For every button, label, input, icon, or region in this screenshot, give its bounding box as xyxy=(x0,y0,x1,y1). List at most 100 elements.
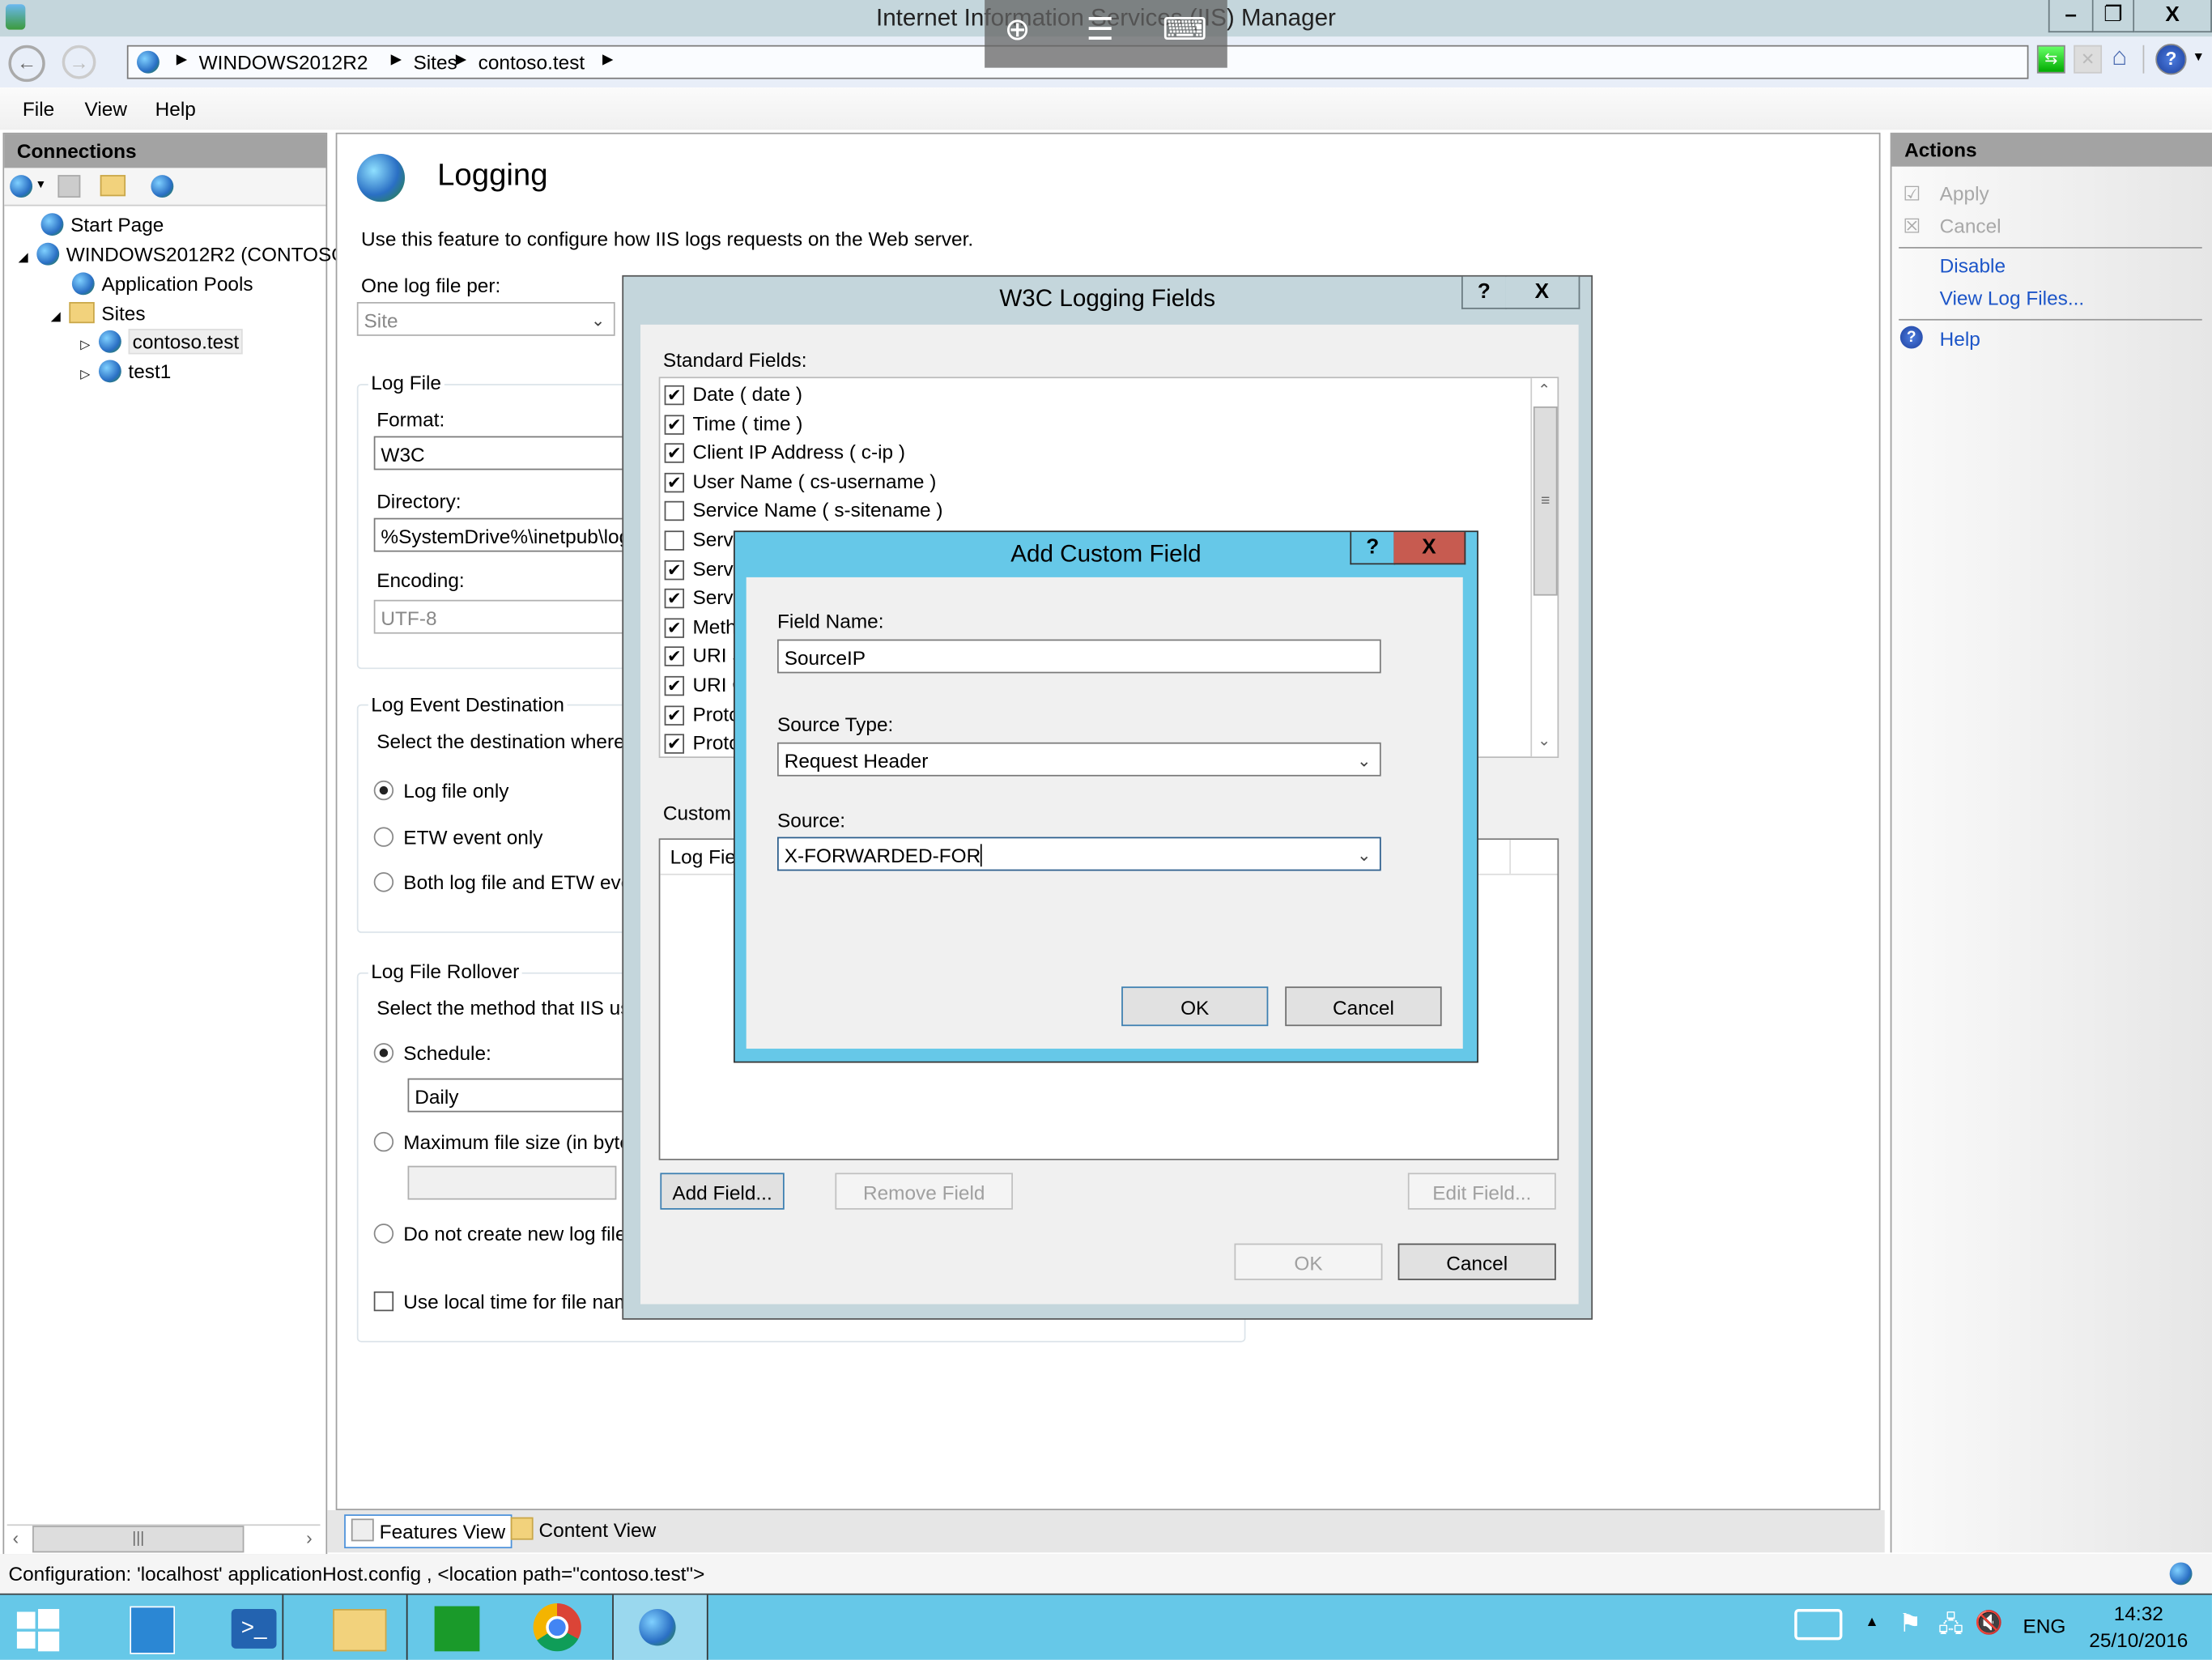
expanded-icon[interactable]: ◢ xyxy=(51,309,61,323)
minimize-button[interactable]: – xyxy=(2048,0,2094,33)
add-field-button[interactable]: Add Field... xyxy=(660,1173,785,1210)
network-icon[interactable]: 🖧 xyxy=(1938,1609,1963,1647)
menu-view[interactable]: View xyxy=(85,97,127,120)
source-combobox[interactable]: X-FORWARDED-FOR ⌄ xyxy=(777,836,1381,871)
one-log-file-per-select[interactable]: Site ⌄ xyxy=(356,302,615,336)
expanded-icon[interactable]: ◢ xyxy=(19,250,28,264)
checkbox-unchecked[interactable] xyxy=(664,530,685,551)
local-time-checkbox[interactable] xyxy=(373,1291,394,1312)
refresh-icon[interactable]: ⇆ xyxy=(2036,45,2065,74)
breadcrumb-arrow-icon[interactable]: ▶ xyxy=(391,52,402,67)
back-button[interactable]: ← xyxy=(8,45,45,83)
action-cancel[interactable]: Cancel xyxy=(1940,215,2001,237)
source-type-select[interactable]: Request Header ⌄ xyxy=(777,742,1381,777)
scroll-left-icon[interactable]: ‹ xyxy=(13,1527,19,1548)
radio-both[interactable] xyxy=(373,872,394,892)
clock[interactable]: 14:32 25/10/2016 xyxy=(2082,1601,2195,1654)
help-icon[interactable]: ? xyxy=(2155,44,2187,75)
server-manager-icon[interactable] xyxy=(130,1606,176,1654)
collapsed-icon[interactable]: ▷ xyxy=(80,338,90,351)
breadcrumb-sites[interactable]: Sites xyxy=(413,51,457,74)
checkbox-checked[interactable]: ✔ xyxy=(664,414,685,435)
hamburger-icon[interactable]: ☰ xyxy=(1087,11,1114,48)
language-indicator[interactable]: ENG xyxy=(2023,1615,2065,1637)
keyboard-icon[interactable]: ⌨ xyxy=(1163,11,1207,48)
radio-log-file-only[interactable] xyxy=(373,780,394,801)
radio-label[interactable]: Both log file and ETW eve xyxy=(403,870,632,893)
checkbox-checked[interactable]: ✔ xyxy=(664,385,685,406)
cancel-button[interactable]: Cancel xyxy=(1285,986,1442,1027)
close-button[interactable]: X xyxy=(2134,0,2212,33)
dialog-close-button[interactable]: X xyxy=(1393,532,1466,565)
tree-item-start-page[interactable]: Start Page xyxy=(40,213,164,236)
radio-label[interactable]: Log file only xyxy=(403,779,508,802)
scroll-right-icon[interactable]: › xyxy=(306,1527,313,1548)
menu-file[interactable]: File xyxy=(23,97,54,120)
tree-item-app-pools[interactable]: Application Pools xyxy=(71,272,253,296)
radio-label[interactable]: Maximum file size (in byte xyxy=(403,1130,631,1153)
show-hidden-icons[interactable]: ▲ xyxy=(1865,1615,1878,1630)
field-name-input[interactable]: SourceIP xyxy=(777,639,1381,674)
stop-icon[interactable]: ✕ xyxy=(2074,45,2103,74)
tree-item-sites[interactable]: ◢ Sites xyxy=(51,302,146,325)
dialog-close-button[interactable]: X xyxy=(1505,276,1580,309)
radio-label[interactable]: ETW event only xyxy=(403,826,542,849)
radio-no-new-file[interactable] xyxy=(373,1224,394,1244)
radio-max-file-size[interactable] xyxy=(373,1131,394,1152)
connect-dropdown-icon[interactable]: ▼ xyxy=(36,178,47,191)
radio-label[interactable]: Do not create new log file xyxy=(403,1222,626,1245)
radio-label[interactable]: Schedule: xyxy=(403,1041,491,1064)
breadcrumb-arrow-icon[interactable]: ▶ xyxy=(456,52,466,67)
cancel-button[interactable]: Cancel xyxy=(1397,1243,1556,1280)
checkbox-unchecked[interactable] xyxy=(664,501,685,521)
action-view-log-files[interactable]: View Log Files... xyxy=(1940,287,2085,309)
scroll-up-icon[interactable]: ⌃ xyxy=(1538,381,1551,399)
checkbox-checked[interactable]: ✔ xyxy=(664,646,685,667)
radio-etw-only[interactable] xyxy=(373,827,394,847)
disconnect-icon[interactable] xyxy=(151,175,174,198)
zoom-in-icon[interactable]: ⊕ xyxy=(1005,11,1031,48)
checkbox-checked[interactable]: ✔ xyxy=(664,734,685,755)
radio-schedule[interactable] xyxy=(373,1043,394,1063)
remove-field-button[interactable]: Remove Field xyxy=(835,1173,1013,1210)
menu-help[interactable]: Help xyxy=(155,97,196,120)
volume-muted-icon[interactable]: 🔇 xyxy=(1975,1609,2003,1637)
iis-manager-taskbar-button[interactable] xyxy=(612,1594,708,1660)
store-icon[interactable] xyxy=(434,1606,480,1652)
action-help[interactable]: Help xyxy=(1940,327,1980,350)
action-center-flag-icon[interactable]: ⚑ xyxy=(1899,1609,1921,1639)
scroll-down-icon[interactable]: ⌄ xyxy=(1538,731,1551,750)
standard-fields-scrollbar[interactable]: ⌃ ≡ ⌄ xyxy=(1530,378,1558,757)
home-icon[interactable]: ⌂ xyxy=(2112,42,2127,72)
checkbox-checked[interactable]: ✔ xyxy=(664,704,685,726)
checkbox-checked[interactable]: ✔ xyxy=(664,675,685,696)
restore-button[interactable]: ❐ xyxy=(2093,0,2135,33)
dialog-help-button[interactable]: ? xyxy=(1461,276,1507,309)
dialog-help-button[interactable]: ? xyxy=(1350,532,1396,565)
ok-button[interactable]: OK xyxy=(1234,1243,1383,1280)
connections-hscrollbar[interactable]: ‹ ||| › xyxy=(6,1524,321,1553)
collapsed-icon[interactable]: ▷ xyxy=(80,367,90,381)
save-icon[interactable] xyxy=(57,175,81,198)
scroll-thumb[interactable]: ||| xyxy=(32,1526,245,1553)
checkbox-checked[interactable]: ✔ xyxy=(664,443,685,464)
powershell-icon[interactable]: >_ xyxy=(231,1609,277,1649)
up-folder-icon[interactable] xyxy=(100,175,126,197)
connect-icon[interactable] xyxy=(10,175,33,198)
breadcrumb-arrow-icon[interactable]: ▶ xyxy=(602,52,613,67)
tree-item-server[interactable]: ◢ WINDOWS2012R2 (CONTOSO xyxy=(19,242,347,266)
ok-button[interactable]: OK xyxy=(1121,986,1269,1027)
column-header[interactable]: Log Fiel xyxy=(670,845,741,868)
breadcrumb-server[interactable]: WINDOWS2012R2 xyxy=(199,51,368,74)
chrome-icon[interactable] xyxy=(533,1603,581,1652)
help-dropdown-icon[interactable]: ▼ xyxy=(2193,49,2206,63)
checkbox-checked[interactable]: ✔ xyxy=(664,560,685,580)
breadcrumb-site[interactable]: contoso.test xyxy=(479,51,585,74)
touch-keyboard-icon[interactable] xyxy=(1794,1609,1843,1641)
tab-features-view[interactable]: Features View xyxy=(344,1514,513,1549)
checkbox-label[interactable]: Use local time for file nam xyxy=(403,1290,631,1313)
checkbox-checked[interactable]: ✔ xyxy=(664,472,685,492)
max-file-size-field[interactable] xyxy=(407,1165,617,1200)
tree-item-contoso-test[interactable]: ▷ contoso.test xyxy=(80,329,244,355)
tree-item-test1[interactable]: ▷ test1 xyxy=(80,360,171,383)
